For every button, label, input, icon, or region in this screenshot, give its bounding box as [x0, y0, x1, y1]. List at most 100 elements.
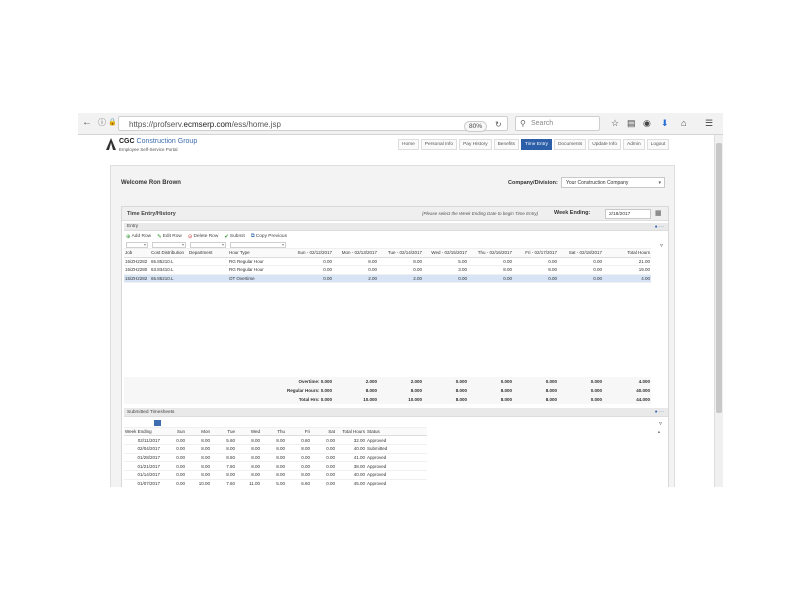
check-icon: ✔ — [224, 233, 229, 240]
download-icon[interactable]: ⬇ — [661, 118, 669, 128]
add-icon: ⊕ — [126, 233, 131, 240]
entry-grid: ▾ ▾ ▾ ▾ Job Cost Distribution Department… — [124, 241, 651, 283]
table-row[interactable]: 01/28/2017 0.00 8.00 8.60 8.00 8.00 0.00… — [124, 454, 427, 463]
delete-row-button[interactable]: ⊝ Delete Row — [188, 233, 218, 240]
company-select[interactable]: Your Construction Company ▾ — [561, 177, 665, 188]
calendar-icon[interactable]: ▦ — [655, 209, 662, 217]
job-filter-input[interactable]: ▾ — [126, 241, 148, 248]
column-header[interactable]: Fri - 02/17/2017 — [513, 250, 558, 255]
submitted-title: Submitted Timesheets — [127, 410, 175, 415]
table-row[interactable]: 02/04/2017 0.00 8.00 8.00 8.00 8.00 8.00… — [124, 445, 427, 454]
column-header[interactable]: Thu — [261, 429, 286, 434]
scrollbar-thumb[interactable] — [716, 143, 722, 413]
grand-total-row: Total Hrs: 0.000 10.000 10.000 8.000 8.0… — [298, 397, 650, 402]
pocket-icon[interactable]: ◉ — [643, 118, 651, 128]
column-header[interactable]: Tue — [211, 429, 236, 434]
filter-icon[interactable]: ▿ — [660, 242, 663, 249]
submitted-grid: Week Ending Sun Mon Tue Wed Thu Fri Sat … — [124, 419, 427, 487]
column-header[interactable]: Thu - 02/16/2017 — [468, 250, 513, 255]
submit-button[interactable]: ✔ Submit — [224, 233, 245, 240]
home-icon[interactable]: ⌂ — [681, 118, 686, 128]
chevron-down-icon: ▾ — [658, 180, 661, 186]
panel-controls-icon[interactable]: ● ⋯ — [655, 409, 664, 415]
pencil-icon: ✎ — [157, 233, 162, 240]
page-scrollbar[interactable] — [714, 135, 723, 487]
nav-personal-info[interactable]: Personal Info — [420, 139, 458, 150]
logo-subtitle: Employee Self-Service Portal — [119, 147, 178, 152]
top-navigation: Home Personal Info Pay History Benefits … — [398, 139, 670, 150]
panel-controls-icon[interactable]: ● ⋯ — [655, 224, 664, 230]
column-header[interactable]: Sun — [161, 429, 186, 434]
table-row[interactable]: 01/21/2017 0.00 8.00 7.60 8.00 8.00 0.00… — [124, 462, 427, 472]
page-viewport: CGC Construction Group Employee Self-Ser… — [78, 135, 714, 487]
nav-time-entry[interactable]: Time Entry — [520, 139, 552, 150]
main-card: Welcome Ron Brown Company/Division: Your… — [110, 165, 675, 487]
column-header[interactable]: Tue - 02/14/2017 — [378, 250, 423, 255]
week-ending-label: Week Ending: — [554, 210, 591, 216]
browser-toolbar: ← ⓘ 🔒 https://profserv.ecmserp.com/ess/h… — [78, 113, 723, 135]
nav-home[interactable]: Home — [398, 139, 419, 150]
filter-icon[interactable]: ▿ — [659, 420, 662, 427]
copy-previous-button[interactable]: ⧉ Copy Previous — [251, 233, 287, 240]
search-placeholder: Search — [531, 120, 554, 127]
filter-row — [124, 419, 427, 428]
column-header[interactable]: Total Hours — [336, 429, 366, 434]
column-header[interactable]: Mon - 02/13/2017 — [333, 250, 378, 255]
table-row[interactable]: 02/11/2017 0.00 8.00 5.60 8.00 8.00 0.60… — [124, 436, 427, 446]
search-input[interactable]: ⚲ Search — [515, 116, 600, 131]
nav-benefits[interactable]: Benefits — [493, 139, 519, 150]
logo-mark-icon — [106, 138, 116, 150]
table-row[interactable]: 01/14/2017 0.00 8.00 8.00 8.00 8.00 8.00… — [124, 471, 427, 480]
nav-admin[interactable]: Admin — [623, 139, 645, 150]
week-ending-input[interactable]: 2/18/2017 — [605, 209, 651, 219]
scroll-up-icon[interactable]: ▲ — [657, 429, 661, 434]
submitted-section-header: Submitted Timesheets ● ⋯ — [124, 408, 668, 417]
menu-icon[interactable]: ☰ — [705, 118, 713, 128]
table-row[interactable]: 15/ZH2282 65.85210.L RG Regular Hour 0.0… — [124, 258, 651, 266]
column-header[interactable]: Job — [124, 250, 150, 255]
totals-section: Overtime: 0.000 2.000 2.000 0.000 0.000 … — [124, 377, 651, 404]
column-header[interactable]: Hour Type — [228, 250, 288, 255]
entry-toolbar: ⊕ Add Row ✎ Edit Row ⊝ Delete Row ✔ Submit ⧉… — [126, 233, 287, 240]
nav-logout[interactable]: Logout — [646, 139, 670, 150]
calendar-filter-icon[interactable] — [154, 420, 161, 426]
nav-pay-history[interactable]: Pay History — [459, 139, 492, 150]
column-header[interactable]: Fri — [286, 429, 311, 434]
column-header[interactable]: Wed - 02/15/2017 — [423, 250, 468, 255]
edit-row-button[interactable]: ✎ Edit Row — [157, 233, 182, 240]
welcome-text: Welcome Ron Brown — [121, 180, 181, 186]
table-row[interactable]: 15/ZH2280 63.83410.L RG Regular Hour 0.0… — [124, 266, 651, 275]
table-row-selected[interactable]: 15/ZH2282 65.85210.L OT Overtime 0.00 2.… — [124, 274, 651, 283]
table-row[interactable]: 01/07/2017 0.00 10.00 7.60 11.00 5.00 6.… — [124, 480, 427, 487]
nav-documents[interactable]: Documents — [553, 139, 587, 150]
reload-icon[interactable]: ↻ — [495, 120, 502, 129]
column-header[interactable]: Wed — [236, 429, 261, 434]
hour-type-filter-input[interactable]: ▾ — [230, 241, 286, 248]
column-header[interactable]: Mon — [186, 429, 211, 434]
column-header[interactable]: Status — [366, 429, 406, 434]
entry-section-header: Entry ● ⋯ — [124, 223, 668, 231]
zoom-badge[interactable]: 80% — [464, 121, 488, 132]
clipboard-icon[interactable]: ▤ — [627, 118, 636, 128]
column-header[interactable]: Total Hours — [603, 250, 651, 255]
add-row-button[interactable]: ⊕ Add Row — [126, 233, 151, 240]
lock-icon: 🔒 — [108, 119, 117, 126]
nav-update-info[interactable]: Update Info — [588, 139, 622, 150]
column-header[interactable]: Cost Distribution — [150, 250, 188, 255]
column-header[interactable]: Department — [188, 250, 228, 255]
star-icon[interactable]: ☆ — [611, 118, 619, 128]
delete-icon: ⊝ — [187, 233, 193, 240]
back-icon[interactable]: ← — [82, 117, 92, 129]
column-header[interactable]: Sat - 02/18/2017 — [558, 250, 603, 255]
cost-filter-input[interactable]: ▾ — [152, 241, 186, 248]
url-bar[interactable]: https://profserv.ecmserp.com/ess/home.js… — [118, 116, 508, 132]
info-icon[interactable]: ⓘ — [98, 117, 106, 129]
column-header[interactable]: Sat — [311, 429, 336, 434]
time-entry-header: Time Entry/History (Please select the We… — [122, 207, 668, 221]
time-entry-title: Time Entry/History — [127, 211, 176, 217]
week-ending-value: 2/18/2017 — [609, 212, 631, 217]
column-header[interactable]: Sun - 02/12/2017 — [288, 250, 333, 255]
dept-filter-input[interactable]: ▾ — [190, 241, 226, 248]
overtime-total-row: Overtime: 0.000 2.000 2.000 0.000 0.000 … — [298, 379, 650, 384]
column-header[interactable]: Week Ending — [124, 429, 161, 434]
